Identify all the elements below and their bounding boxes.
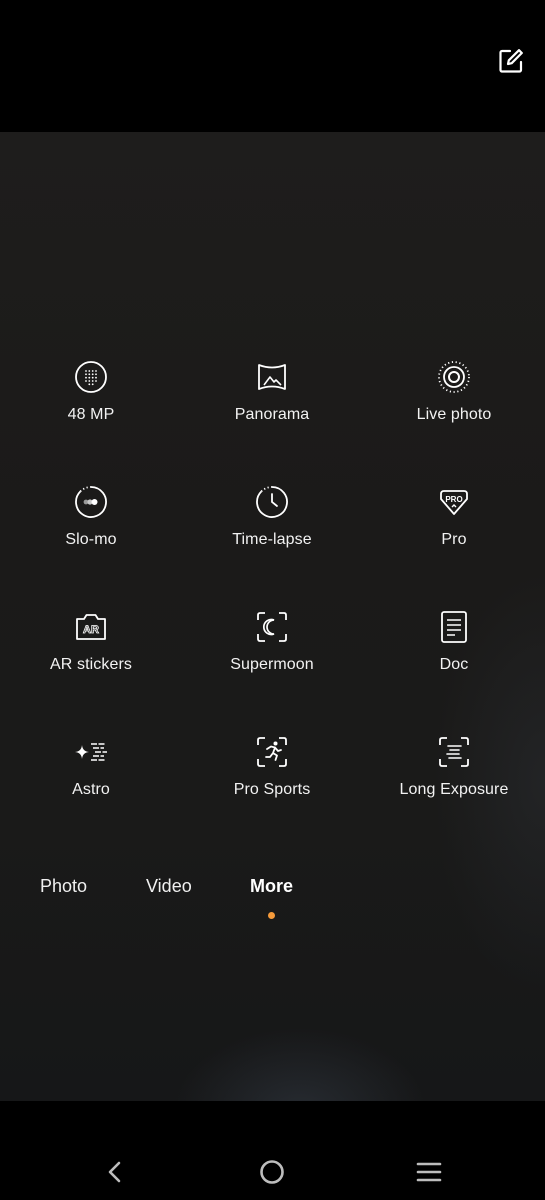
home-icon[interactable] (257, 1157, 287, 1187)
moon-icon (257, 612, 287, 642)
live-photo-icon (438, 361, 470, 393)
mode-label: Pro Sports (233, 781, 311, 798)
mode-doc[interactable]: Doc (363, 610, 545, 700)
document-icon (441, 611, 467, 643)
slo-mo-icon (75, 486, 107, 518)
mode-label: Panorama (234, 406, 310, 423)
tab-video[interactable]: Video (146, 876, 192, 897)
mode-label: Astro (72, 781, 110, 798)
mode-supermoon[interactable]: Supermoon (181, 610, 363, 700)
ar-badge-text: AR (83, 624, 99, 636)
tab-photo[interactable]: Photo (40, 876, 87, 897)
mode-tabs: Photo Video More (0, 876, 545, 916)
mode-label: AR stickers (50, 656, 132, 673)
48mp-icon (75, 361, 107, 393)
back-icon[interactable] (100, 1157, 130, 1187)
mode-label: Supermoon (230, 656, 314, 673)
runner-icon (257, 737, 287, 767)
mode-label: Live photo (416, 406, 492, 423)
mode-slo-mo[interactable]: Slo-mo (0, 485, 182, 575)
mode-label: Time-lapse (232, 531, 312, 548)
system-nav-bar (0, 1101, 545, 1200)
menu-icon[interactable] (414, 1157, 444, 1187)
mode-time-lapse[interactable]: Time-lapse (181, 485, 363, 575)
mode-label: 48 MP (67, 406, 115, 423)
time-lapse-icon (256, 486, 288, 518)
mode-label: Long Exposure (399, 781, 509, 798)
mode-panorama[interactable]: Panorama (181, 360, 363, 450)
mode-pro[interactable]: PRO Pro (363, 485, 545, 575)
mode-live-photo[interactable]: Live photo (363, 360, 545, 450)
mode-label: Slo-mo (65, 531, 117, 548)
mode-label: Doc (439, 656, 469, 673)
active-tab-indicator (268, 912, 275, 919)
ar-icon: AR (76, 614, 106, 640)
mode-ar-stickers[interactable]: AR AR stickers (0, 610, 182, 700)
mode-48mp[interactable]: 48 MP (0, 360, 182, 450)
long-exposure-icon (439, 737, 469, 767)
tab-more[interactable]: More (250, 876, 293, 897)
edit-square-icon[interactable] (497, 47, 525, 75)
pro-icon: PRO (440, 490, 468, 515)
camera-viewfinder: 48 MP Panorama Live photo Slo-mo Time-la… (0, 132, 545, 1101)
mode-label: Pro (441, 531, 467, 548)
astro-icon (75, 743, 107, 761)
mode-pro-sports[interactable]: Pro Sports (181, 735, 363, 825)
pro-badge-text: PRO (445, 495, 462, 504)
top-bar (0, 0, 545, 132)
mode-long-exposure[interactable]: Long Exposure (363, 735, 545, 825)
mode-astro[interactable]: Astro (0, 735, 182, 825)
panorama-icon (258, 364, 286, 390)
